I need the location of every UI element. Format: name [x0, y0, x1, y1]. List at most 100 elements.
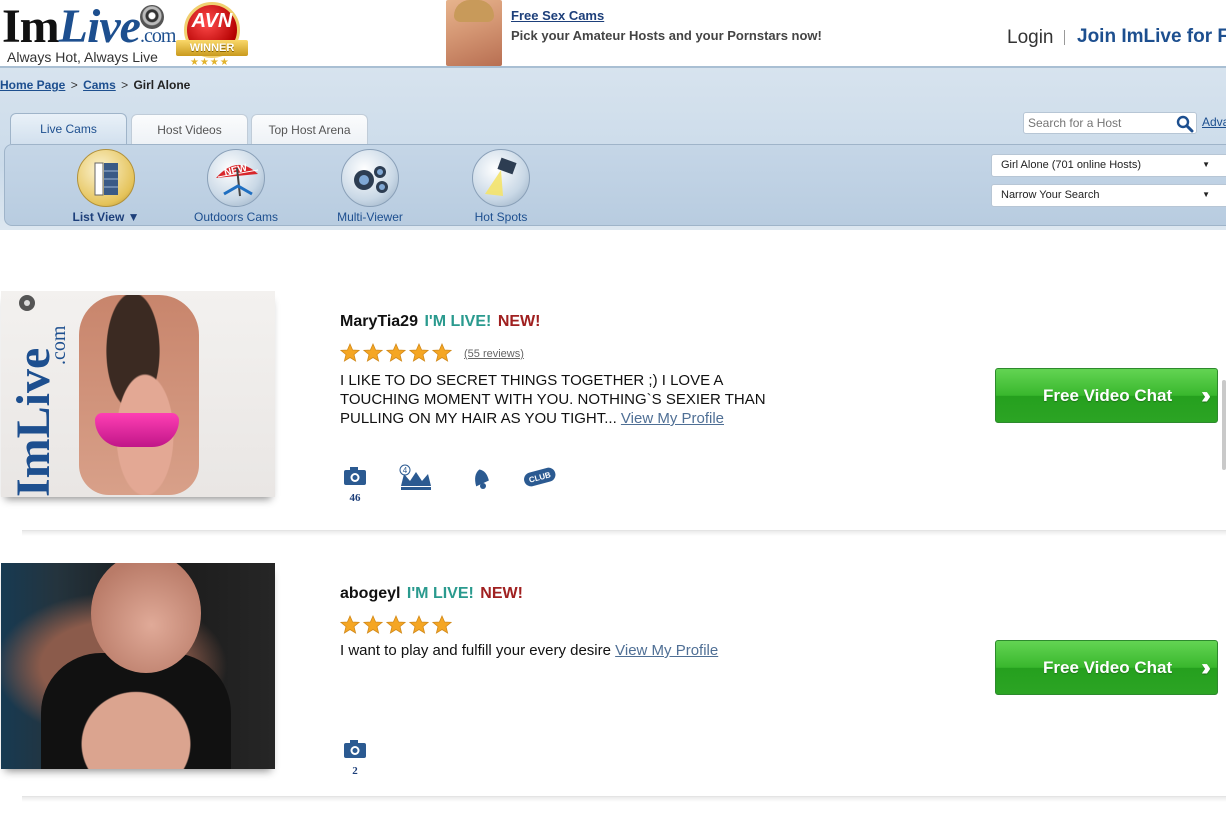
chevron-down-icon: ▼	[1202, 190, 1210, 199]
outdoors-cams-button[interactable]: NEW Outdoors Cams	[181, 147, 291, 224]
host-name-line: abogeyl I'M LIVE! NEW!	[340, 585, 523, 603]
logo-tagline: Always Hot, Always Live	[7, 49, 158, 65]
narrow-search-select[interactable]: Narrow Your Search ▼	[991, 184, 1226, 207]
star-icon	[432, 343, 452, 362]
star-icon	[363, 615, 383, 634]
new-badge: NEW!	[480, 585, 523, 602]
photos-badge[interactable]: 46	[342, 464, 368, 504]
outdoors-cams-label: Outdoors Cams	[193, 210, 279, 224]
crown-level-badge[interactable]: 4	[398, 464, 434, 499]
star-icon	[432, 615, 452, 634]
svg-text:4: 4	[403, 466, 408, 475]
list-view-button[interactable]: List View ▼	[51, 147, 161, 224]
multi-viewer-button[interactable]: Multi-Viewer	[315, 147, 425, 224]
logo-live: Live	[58, 0, 141, 53]
breadcrumb-home[interactable]: Home Page	[0, 78, 65, 92]
header-separator	[1064, 30, 1065, 45]
tab-host-videos[interactable]: Host Videos	[131, 114, 248, 144]
promo-link[interactable]: Free Sex Cams	[511, 8, 604, 23]
photo-count: 46	[349, 492, 361, 504]
scrollbar-thumb[interactable]	[1222, 380, 1226, 470]
host-bio: I want to play and fulfill your every de…	[340, 641, 785, 660]
new-badge: NEW!	[497, 313, 541, 330]
promo-thumbnail[interactable]	[446, 0, 502, 66]
host-name[interactable]: MaryTia29	[340, 313, 418, 330]
hot-spots-icon	[472, 149, 530, 207]
advanced-search-link[interactable]: Advanced	[1202, 115, 1226, 129]
listing-divider	[22, 530, 1226, 536]
tab-live-cams[interactable]: Live Cams	[10, 113, 127, 144]
reviews-link[interactable]: (55 reviews)	[464, 348, 524, 360]
star-icon	[363, 343, 383, 362]
camera-icon	[344, 467, 366, 485]
logo-com: .com	[139, 25, 176, 47]
imlive-watermark-logo: ImLive .com	[7, 295, 67, 497]
club-icon: CLUB	[524, 467, 556, 487]
star-icon	[386, 615, 406, 634]
multi-viewer-icon	[341, 149, 399, 207]
breadcrumb: Home Page > Cams > Girl Alone	[0, 78, 190, 92]
live-indicator: I'M LIVE!	[424, 313, 492, 330]
listing-divider	[22, 796, 1226, 802]
camera-icon	[344, 740, 366, 758]
search-icon[interactable]	[1176, 115, 1194, 133]
view-profile-link[interactable]: View My Profile	[615, 642, 718, 659]
star-icon	[386, 343, 406, 362]
site-logo[interactable]: ImLive.com Always Hot, Always Live	[2, 0, 176, 66]
tab-top-host-arena[interactable]: Top Host Arena	[251, 114, 368, 144]
breadcrumb-current: Girl Alone	[133, 78, 191, 92]
star-rating	[340, 343, 455, 363]
list-view-icon	[77, 149, 135, 207]
notify-bell-badge[interactable]	[467, 464, 493, 497]
bell-icon	[475, 469, 489, 489]
crown-icon: 4	[399, 464, 431, 490]
svg-text:ImLive: ImLive	[7, 348, 60, 497]
login-link[interactable]: Login	[1007, 27, 1054, 49]
promo-subtitle: Pick your Amateur Hosts and your Pornsta…	[511, 28, 822, 43]
free-video-chat-label: Free Video Chat	[1043, 658, 1173, 677]
breadcrumb-separator: >	[121, 78, 129, 92]
category-select-value: Girl Alone (701 online Hosts)	[1001, 159, 1142, 171]
host-bio: I LIKE TO DO SECRET THINGS TOGETHER ;) I…	[340, 371, 785, 428]
outdoors-icon: NEW	[207, 149, 265, 207]
host-listing: ImLive .com MaryTia29 I'M LIVE! NEW! (55…	[0, 290, 1226, 536]
star-rating	[340, 615, 455, 635]
photo-count: 2	[352, 765, 358, 777]
breadcrumb-separator: >	[70, 78, 78, 92]
search-input[interactable]	[1023, 112, 1197, 134]
join-link[interactable]: Join ImLive for FREE	[1077, 26, 1226, 48]
chevron-down-icon: ▼	[1202, 160, 1210, 169]
navigation-band: Home Page > Cams > Girl Alone Live Cams …	[0, 68, 1226, 230]
host-thumbnail[interactable]	[1, 563, 275, 769]
free-video-chat-label: Free Video Chat	[1043, 386, 1173, 405]
list-view-label: List View ▼	[72, 210, 140, 224]
svg-text:.com: .com	[48, 325, 67, 365]
avn-award-badge: AVN WINNER ★★★★	[176, 2, 248, 68]
host-name-line: MaryTia29 I'M LIVE! NEW!	[340, 313, 540, 331]
club-badge[interactable]: CLUB	[522, 464, 558, 497]
photos-badge[interactable]: 2	[342, 737, 368, 777]
award-title: AVN	[191, 10, 233, 32]
hot-spots-button[interactable]: Hot Spots	[446, 147, 556, 224]
star-icon	[409, 343, 429, 362]
narrow-search-value: Narrow Your Search	[1001, 189, 1100, 201]
free-video-chat-button[interactable]: Free Video Chat ››	[995, 640, 1218, 695]
view-profile-link[interactable]: View My Profile	[621, 410, 724, 427]
category-select[interactable]: Girl Alone (701 online Hosts) ▼	[991, 154, 1226, 177]
host-bio-text: I want to play and fulfill your every de…	[340, 642, 611, 659]
live-indicator: I'M LIVE!	[406, 585, 474, 602]
award-stars-icon: ★★★★	[190, 57, 230, 68]
svg-text:NEW: NEW	[223, 162, 249, 178]
breadcrumb-cams[interactable]: Cams	[83, 78, 116, 92]
hot-spots-label: Hot Spots	[474, 210, 528, 224]
double-chevron-right-icon: ››	[1201, 382, 1211, 409]
logo-im: Im	[2, 0, 60, 53]
free-video-chat-button[interactable]: Free Video Chat ››	[995, 368, 1218, 423]
star-icon	[409, 615, 429, 634]
webcam-icon	[140, 5, 164, 29]
site-header: ImLive.com Always Hot, Always Live AVN W…	[0, 0, 1226, 68]
double-chevron-right-icon: ››	[1201, 654, 1211, 681]
star-icon	[340, 343, 360, 362]
host-thumbnail[interactable]: ImLive .com	[1, 291, 275, 497]
host-name[interactable]: abogeyl	[340, 585, 400, 602]
